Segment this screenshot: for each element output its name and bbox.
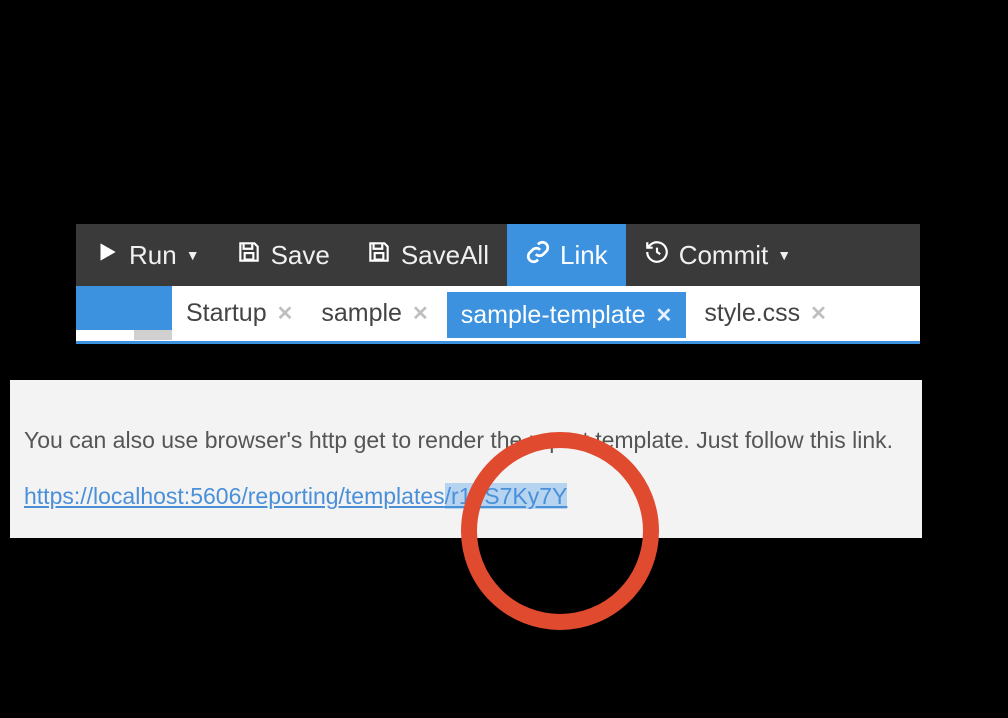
close-icon[interactable]: ✕	[277, 301, 294, 326]
floppy-icon	[236, 239, 262, 272]
caret-down-icon: ▼	[777, 247, 791, 263]
tab-sample-template[interactable]: sample-template ✕	[447, 292, 687, 338]
run-button[interactable]: Run ▼	[76, 224, 218, 286]
history-icon	[644, 239, 670, 272]
commit-button[interactable]: Commit ▼	[626, 224, 809, 286]
link-label: Link	[560, 240, 608, 271]
link-url-prefix: https://localhost:5606/reporting/templat…	[24, 483, 445, 509]
commit-label: Commit	[679, 240, 769, 271]
tab-gutter	[76, 286, 172, 341]
run-label: Run	[129, 240, 177, 271]
save-label: Save	[271, 240, 330, 271]
toolbar: Run ▼ Save SaveAll Link Commit ▼	[76, 224, 920, 286]
play-icon	[94, 239, 120, 272]
link-url-highlighted: /r10S7Ky7Y	[445, 483, 568, 509]
saveall-label: SaveAll	[401, 240, 489, 271]
save-button[interactable]: Save	[218, 224, 348, 286]
tab-sample[interactable]: sample ✕	[307, 286, 442, 341]
tab-label: style.css	[704, 299, 800, 328]
tab-label: sample	[321, 299, 402, 328]
tab-label: sample-template	[461, 301, 646, 330]
info-text: You can also use browser's http get to r…	[24, 424, 908, 457]
tab-label: Startup	[186, 299, 267, 328]
tab-bar: Startup ✕ sample ✕ sample-template ✕ sty…	[76, 286, 920, 344]
close-icon[interactable]: ✕	[412, 301, 429, 326]
link-info-panel: You can also use browser's http get to r…	[10, 380, 922, 538]
close-icon[interactable]: ✕	[656, 303, 673, 328]
editor-frame: Run ▼ Save SaveAll Link Commit ▼	[76, 224, 920, 344]
tab-startup[interactable]: Startup ✕	[172, 286, 307, 341]
link-icon	[525, 239, 551, 272]
tab-style-css[interactable]: style.css ✕	[690, 286, 841, 341]
caret-down-icon: ▼	[186, 247, 200, 263]
floppy-icon	[366, 239, 392, 272]
saveall-button[interactable]: SaveAll	[348, 224, 507, 286]
link-button[interactable]: Link	[507, 224, 626, 286]
template-link[interactable]: https://localhost:5606/reporting/templat…	[24, 483, 567, 510]
close-icon[interactable]: ✕	[810, 301, 827, 326]
